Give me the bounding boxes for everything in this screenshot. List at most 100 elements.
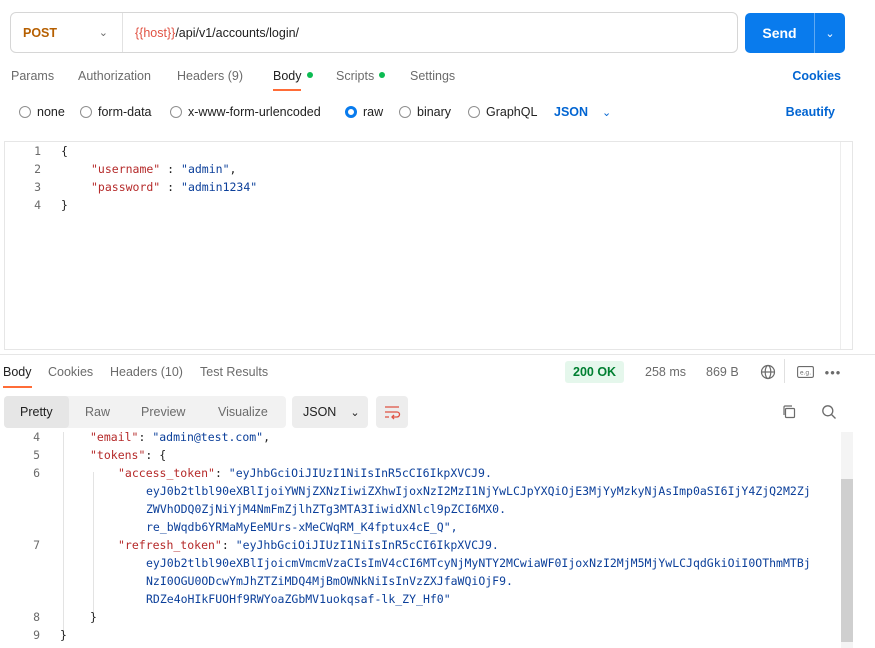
tab-settings[interactable]: Settings	[410, 69, 455, 83]
response-format-select[interactable]: JSON ⌄	[292, 396, 368, 428]
view-visualize[interactable]: Visualize	[218, 396, 268, 428]
tab-scripts-label: Scripts	[336, 69, 375, 83]
chevron-down-icon: ⌄	[602, 107, 612, 119]
line-number: 6	[33, 466, 40, 480]
body-option-raw-label: raw	[363, 105, 384, 119]
body-option-binary[interactable]: binary	[399, 105, 451, 119]
body-option-raw[interactable]: raw	[345, 105, 383, 119]
body-option-urlencoded[interactable]: x-www-form-urlencoded	[170, 105, 321, 119]
response-tab-headers[interactable]: Headers (10)	[110, 365, 183, 379]
response-view-selector: Pretty Raw Preview Visualize	[4, 396, 286, 428]
editor-scrollbar[interactable]	[840, 142, 852, 349]
code-line: "username" : "admin",	[91, 162, 237, 176]
response-tab-cookies[interactable]: Cookies	[48, 365, 93, 379]
url-bar: POST ⌄ {{host}}/api/v1/accounts/login/	[10, 12, 738, 53]
line-number: 4	[34, 198, 41, 212]
line-number: 5	[33, 448, 40, 462]
toolbar-separator	[784, 359, 785, 383]
json-value: "admin@test.com"	[152, 432, 264, 444]
radio-icon	[170, 106, 182, 118]
json-key: "password"	[91, 180, 161, 194]
json-value-continuation: eyJ0b2tlbl90eXBlIjoiYWNjZXNzIiwiZXhwIjox…	[146, 484, 811, 498]
line-number: 7	[33, 538, 40, 552]
body-option-none-label: none	[37, 105, 65, 119]
line-number: 2	[34, 162, 41, 176]
url-host-variable: {{host}}	[135, 25, 176, 40]
request-tabs: Params Authorization Headers (9) Body Sc…	[0, 66, 875, 91]
body-option-form-data[interactable]: form-data	[80, 105, 152, 119]
json-key: "tokens"	[90, 448, 146, 462]
tab-params[interactable]: Params	[11, 69, 54, 83]
more-options-icon[interactable]: •••	[824, 363, 842, 381]
json-value-continuation: ZWVhODQ0ZjNiYjM4NmFmZjlhZTg3MTA3IiwidXNl…	[146, 502, 507, 516]
svg-text:e.g.: e.g.	[799, 370, 810, 377]
wrap-lines-button[interactable]	[376, 396, 408, 428]
raw-format-label: JSON	[554, 105, 589, 119]
copy-icon[interactable]	[779, 402, 799, 422]
json-value: "admin1234"	[181, 180, 258, 194]
json-value: "eyJhbGciOiJIUzI1NiIsInR5cCI6IkpXVCJ9.	[235, 538, 499, 552]
response-tab-body[interactable]: Body	[3, 365, 32, 388]
line-number: 9	[33, 628, 40, 642]
view-preview[interactable]: Preview	[141, 396, 185, 428]
view-pretty[interactable]: Pretty	[4, 396, 69, 428]
code-line: "refresh_token": "eyJhbGciOiJIUzI1NiIsIn…	[118, 538, 499, 552]
cookies-link[interactable]: Cookies	[792, 69, 841, 83]
json-value-continuation: re_bWqdb6YRMaMyEeMUrs-xMeCWqRM_K4fptux4c…	[146, 520, 458, 534]
method-select[interactable]: POST ⌄	[11, 13, 123, 52]
url-input[interactable]: {{host}}/api/v1/accounts/login/	[123, 26, 299, 40]
indent-guide	[93, 472, 94, 612]
send-button-group: Send ⌄	[745, 13, 845, 53]
tab-body-indicator-dot	[306, 72, 313, 78]
request-body-editor[interactable]: 1 2 3 4 { "username" : "admin", "passwor…	[4, 141, 853, 350]
code-line: "access_token": "eyJhbGciOiJIUzI1NiIsInR…	[118, 466, 492, 480]
radio-icon	[399, 106, 411, 118]
line-number: 3	[34, 180, 41, 194]
json-value: "eyJhbGciOiJIUzI1NiIsInR5cCI6IkpXVCJ9.	[228, 466, 492, 480]
body-option-none[interactable]: none	[19, 105, 65, 119]
json-value-continuation: RDZe4oHIkFUOHf9RWYoaZGbMV1uokqsaf-lk_ZY_…	[146, 592, 451, 606]
wrap-lines-icon	[385, 406, 401, 420]
radio-selected-icon	[345, 106, 357, 118]
response-body-viewer[interactable]: 4 5 6 7 8 9 "email": "admin@test.com", "…	[0, 432, 853, 648]
body-type-options: none form-data x-www-form-urlencoded raw…	[0, 104, 875, 124]
tab-body-label: Body	[273, 69, 302, 83]
response-time[interactable]: 258 ms	[645, 365, 686, 379]
line-number: 1	[34, 144, 41, 158]
body-option-urlencoded-label: x-www-form-urlencoded	[188, 105, 321, 119]
json-value-continuation: NzI0OGU0ODcwYmJhZTZiMDQ4MjBmOWNkNiIsInVz…	[146, 574, 513, 588]
json-value: "admin"	[181, 162, 230, 176]
body-option-graphql[interactable]: GraphQL	[468, 105, 537, 119]
globe-icon[interactable]	[758, 363, 778, 381]
response-tab-test-results[interactable]: Test Results	[200, 365, 268, 379]
body-option-binary-label: binary	[417, 105, 452, 119]
response-tabs: Body Cookies Headers (10) Test Results	[0, 364, 875, 388]
url-path: /api/v1/accounts/login/	[175, 25, 300, 40]
radio-icon	[19, 106, 31, 118]
send-button[interactable]: Send	[745, 13, 815, 53]
beautify-button[interactable]: Beautify	[786, 105, 835, 119]
tab-body[interactable]: Body	[273, 69, 313, 91]
line-number: 8	[33, 610, 40, 624]
body-option-graphql-label: GraphQL	[486, 105, 538, 119]
line-number: 4	[33, 432, 40, 444]
tab-authorization[interactable]: Authorization	[78, 69, 151, 83]
raw-format-select[interactable]: JSON ⌄	[554, 105, 611, 119]
send-options-chevron-icon[interactable]: ⌄	[815, 13, 845, 53]
json-key: "username"	[91, 162, 161, 176]
body-option-form-data-label: form-data	[98, 105, 152, 119]
code-brace: }	[61, 198, 68, 212]
json-key: "email"	[90, 432, 139, 444]
save-example-icon[interactable]: e.g.	[795, 364, 815, 380]
tab-scripts[interactable]: Scripts	[336, 69, 386, 83]
json-key: "access_token"	[118, 466, 215, 480]
code-brace: {	[61, 144, 68, 158]
tab-scripts-indicator-dot	[379, 72, 386, 78]
view-raw[interactable]: Raw	[85, 396, 110, 428]
chevron-down-icon: ⌄	[350, 406, 360, 419]
status-badge[interactable]: 200 OK	[565, 361, 625, 383]
panel-divider[interactable]	[0, 354, 875, 355]
search-icon[interactable]	[819, 402, 839, 422]
tab-headers[interactable]: Headers (9)	[177, 69, 243, 83]
response-size[interactable]: 869 B	[706, 365, 739, 379]
